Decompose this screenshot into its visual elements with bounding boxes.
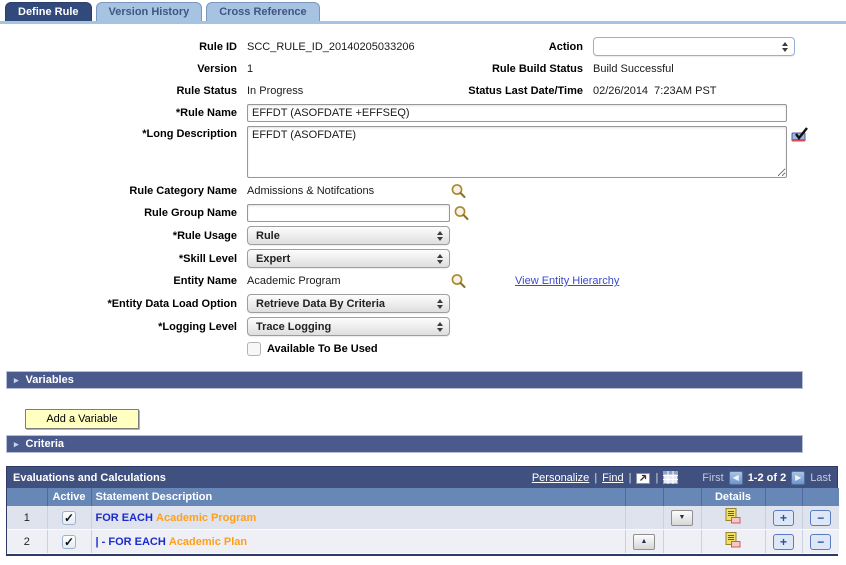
statement-column-header: Statement Description bbox=[91, 488, 626, 506]
rule-category-label: Rule Category Name bbox=[129, 185, 237, 197]
view-all-popup-icon[interactable] bbox=[636, 472, 651, 484]
add-row-button[interactable]: + bbox=[773, 533, 794, 550]
evaluations-grid: Evaluations and Calculations Personalize… bbox=[6, 466, 839, 556]
active-column-header: Active bbox=[47, 488, 92, 506]
row-number: 2 bbox=[7, 529, 48, 554]
logging-level-value: Trace Logging bbox=[256, 320, 332, 333]
select-updown-icon bbox=[437, 230, 443, 241]
version-label: Version bbox=[197, 63, 237, 75]
move-up-button[interactable]: ▲ bbox=[633, 533, 655, 550]
download-grid-icon[interactable] bbox=[663, 471, 679, 484]
add-row-column-header bbox=[765, 488, 803, 506]
details-icon[interactable] bbox=[725, 508, 741, 524]
select-updown-icon bbox=[437, 298, 443, 309]
status-last-value: 02/26/2014 7:23AM PST bbox=[593, 85, 717, 97]
rule-name-label: *Rule Name bbox=[175, 107, 237, 119]
previous-rows-button[interactable]: ◀ bbox=[728, 470, 743, 485]
entity-data-load-select[interactable]: Retrieve Data By Criteria bbox=[247, 294, 450, 313]
row-number: 1 bbox=[7, 506, 48, 530]
skill-level-select[interactable]: Expert bbox=[247, 249, 450, 268]
personalize-link[interactable]: Personalize bbox=[532, 472, 589, 484]
find-link[interactable]: Find bbox=[602, 472, 623, 484]
rule-id-label: Rule ID bbox=[199, 40, 237, 53]
add-row-button[interactable]: + bbox=[773, 509, 794, 526]
grid-title-bar: Evaluations and Calculations Personalize… bbox=[7, 467, 837, 488]
spellcheck-icon[interactable] bbox=[791, 126, 811, 144]
select-updown-icon bbox=[437, 321, 443, 332]
select-updown-icon bbox=[782, 41, 788, 52]
action-select[interactable] bbox=[593, 37, 795, 56]
statement-description: | - FOR EACH Academic Plan bbox=[91, 529, 626, 554]
first-label: First bbox=[702, 471, 724, 484]
tab-version-history[interactable]: Version History bbox=[95, 2, 203, 21]
long-description-textarea[interactable]: EFFDT (ASOFDATE) bbox=[247, 126, 787, 178]
rule-status-label: Rule Status bbox=[176, 85, 237, 97]
delete-row-column-header bbox=[802, 488, 839, 506]
rule-group-label: Rule Group Name bbox=[144, 207, 237, 219]
select-updown-icon bbox=[437, 253, 443, 264]
long-description-label: *Long Description bbox=[142, 128, 237, 140]
criteria-section-header[interactable]: ▸ Criteria bbox=[6, 435, 803, 453]
tab-cross-reference[interactable]: Cross Reference bbox=[206, 2, 320, 21]
add-variable-button[interactable]: Add a Variable bbox=[25, 409, 139, 429]
rule-status-value: In Progress bbox=[247, 85, 304, 97]
variables-section-header[interactable]: ▸ Variables bbox=[6, 371, 803, 389]
grid-title: Evaluations and Calculations bbox=[13, 471, 166, 484]
move-down-button[interactable]: ▼ bbox=[671, 509, 693, 526]
rule-id-value: SCC_RULE_ID_20140205033206 bbox=[247, 40, 415, 53]
entity-name-value: Academic Program bbox=[247, 275, 341, 287]
variables-section-label: Variables bbox=[25, 374, 74, 386]
view-entity-hierarchy-link[interactable]: View Entity Hierarchy bbox=[515, 275, 619, 287]
rule-name-input[interactable] bbox=[247, 104, 787, 122]
available-checkbox[interactable] bbox=[247, 342, 261, 356]
entity-data-load-value: Retrieve Data By Criteria bbox=[256, 297, 386, 310]
statement-row: 2 ✓ | - FOR EACH Academic Plan ▲ + − bbox=[7, 529, 839, 554]
rule-category-value: Admissions & Notifcations bbox=[247, 185, 375, 197]
rule-group-input[interactable] bbox=[247, 204, 450, 222]
skill-level-value: Expert bbox=[256, 252, 291, 265]
delete-row-button[interactable]: − bbox=[810, 509, 832, 526]
logging-level-label: *Logging Level bbox=[158, 320, 237, 333]
rule-usage-value: Rule bbox=[256, 229, 280, 242]
rule-usage-label: *Rule Usage bbox=[172, 229, 237, 242]
move-down-column-header bbox=[663, 488, 702, 506]
rule-category-lookup-icon[interactable] bbox=[450, 183, 467, 199]
status-last-label: Status Last Date/Time bbox=[468, 85, 583, 97]
statement-row: 1 ✓ FOR EACH Academic Program ▼ + − bbox=[7, 506, 839, 530]
rule-form: Rule ID SCC_RULE_ID_20140205033206 Actio… bbox=[0, 24, 846, 358]
row-range: 1-2 of 2 bbox=[747, 471, 787, 484]
rule-build-status-value: Build Successful bbox=[593, 63, 674, 75]
details-icon[interactable] bbox=[725, 532, 741, 548]
delete-row-button[interactable]: − bbox=[810, 533, 832, 550]
active-checkbox[interactable]: ✓ bbox=[62, 534, 76, 549]
entity-name-label: Entity Name bbox=[173, 275, 237, 287]
tab-define-rule[interactable]: Define Rule bbox=[5, 2, 92, 21]
last-label: Last bbox=[810, 471, 831, 484]
define-rule-page: Define Rule Version History Cross Refere… bbox=[0, 0, 846, 556]
expand-triangle-icon: ▸ bbox=[14, 438, 19, 449]
active-checkbox[interactable]: ✓ bbox=[62, 510, 76, 525]
row-number-column-header bbox=[7, 488, 48, 506]
rule-usage-select[interactable]: Rule bbox=[247, 226, 450, 245]
available-checkbox-label: Available To Be Used bbox=[267, 343, 378, 355]
details-column-header: Details bbox=[701, 488, 766, 506]
statement-description: FOR EACH Academic Program bbox=[91, 506, 626, 530]
next-rows-button[interactable]: ▶ bbox=[791, 470, 806, 485]
version-value: 1 bbox=[247, 63, 254, 75]
move-up-column-header bbox=[625, 488, 664, 506]
entity-name-lookup-icon[interactable] bbox=[450, 273, 467, 289]
rule-build-status-label: Rule Build Status bbox=[491, 63, 583, 75]
logging-level-select[interactable]: Trace Logging bbox=[247, 317, 450, 336]
skill-level-label: *Skill Level bbox=[178, 252, 237, 265]
action-label: Action bbox=[548, 40, 583, 53]
tabstrip: Define Rule Version History Cross Refere… bbox=[0, 0, 846, 21]
criteria-section-label: Criteria bbox=[25, 438, 65, 450]
rule-group-lookup-icon[interactable] bbox=[453, 205, 470, 221]
expand-triangle-icon: ▸ bbox=[14, 374, 19, 385]
entity-data-load-label: *Entity Data Load Option bbox=[107, 297, 237, 310]
